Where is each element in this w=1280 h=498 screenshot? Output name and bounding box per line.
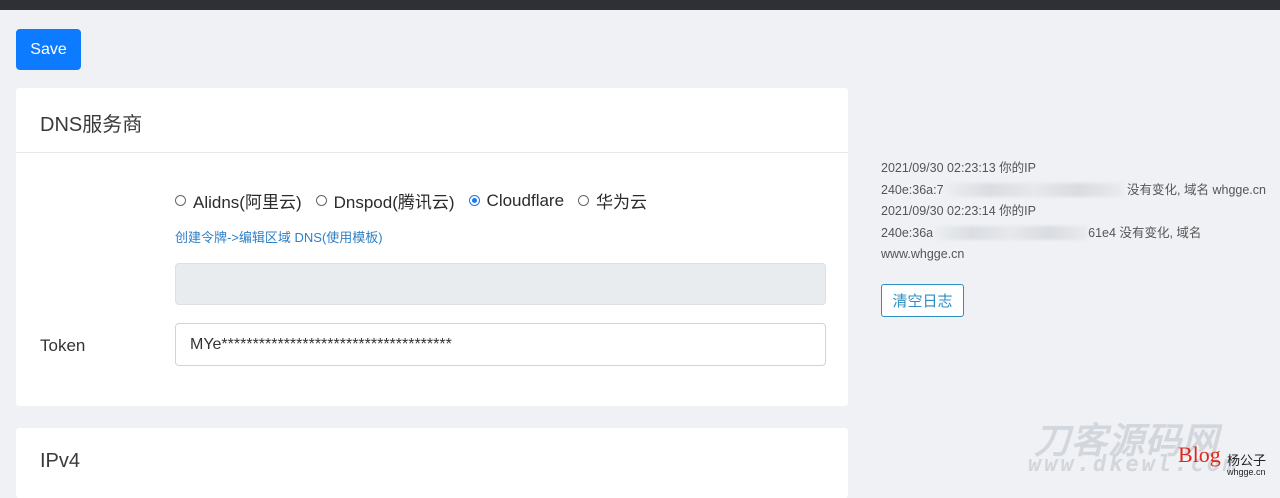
radio-cloudflare[interactable]: Cloudflare bbox=[468, 190, 565, 211]
token-input[interactable] bbox=[175, 323, 826, 366]
radio-button-checked-icon[interactable] bbox=[468, 195, 480, 206]
log-ip-prefix: 240e:36a bbox=[881, 225, 934, 240]
token-label: Token bbox=[40, 336, 86, 355]
save-button[interactable]: Save bbox=[16, 29, 81, 70]
log-panel: 2021/09/30 02:23:13 你的IP 240e:36a:7 没有变化… bbox=[881, 158, 1276, 266]
radio-alidns-label: Alidns(阿里云) bbox=[193, 193, 302, 212]
radio-button-icon[interactable] bbox=[578, 195, 590, 206]
log-message-line: 240e:36a 61e4 没有变化, 域名 bbox=[881, 223, 1276, 245]
log-domain-line: www.whgge.cn bbox=[881, 247, 965, 261]
dns-provider-card: DNS服务商 Alidns(阿里云) Dnspod(腾讯云) Cloudflar… bbox=[16, 88, 848, 406]
log-ip-prefix: 240e:36a:7 bbox=[881, 182, 944, 197]
log-ip-suffix: 61e4 bbox=[1088, 225, 1116, 240]
radio-dnspod-label: Dnspod(腾讯云) bbox=[333, 193, 455, 212]
log-message: 没有变化, 域名 bbox=[1119, 225, 1202, 240]
log-timestamp-line: 2021/09/30 02:23:14 你的IP bbox=[881, 204, 1036, 218]
log-message-line: 240e:36a:7 没有变化, 域名 whgge.cn bbox=[881, 180, 1276, 202]
radio-alidns[interactable]: Alidns(阿里云) bbox=[175, 188, 302, 213]
clear-log-button[interactable]: 清空日志 bbox=[881, 284, 964, 317]
redacted-ip-blur bbox=[944, 183, 1123, 198]
watermark-site: whgge.cn bbox=[1227, 467, 1266, 477]
radio-button-icon[interactable] bbox=[315, 195, 327, 206]
dns-card-title: DNS服务商 bbox=[16, 88, 848, 153]
radio-dnspod[interactable]: Dnspod(腾讯云) bbox=[315, 188, 455, 213]
redacted-ip-blur bbox=[934, 226, 1088, 241]
radio-huaweicloud[interactable]: 华为云 bbox=[578, 188, 647, 213]
log-timestamp-line: 2021/09/30 02:23:13 你的IP bbox=[881, 161, 1036, 175]
watermark-blog-text: Blog bbox=[1178, 442, 1221, 467]
radio-button-icon[interactable] bbox=[175, 195, 186, 206]
create-token-help-link[interactable]: 创建令牌->编辑区域 DNS(使用模板) bbox=[175, 227, 383, 246]
radio-cloudflare-label: Cloudflare bbox=[486, 190, 565, 210]
top-nav-bar bbox=[0, 0, 1280, 10]
dns-provider-radio-group: Alidns(阿里云) Dnspod(腾讯云) Cloudflare 华为云 bbox=[175, 188, 661, 213]
log-message: 没有变化, 域名 whgge.cn bbox=[1127, 182, 1266, 197]
ipv4-card-title: IPv4 bbox=[40, 450, 81, 472]
watermark: 刀客源码网 www.dkewl.com Blog 杨公子 whgge.cn bbox=[1028, 412, 1280, 482]
disabled-id-field bbox=[175, 263, 826, 305]
radio-huaweicloud-label: 华为云 bbox=[596, 193, 648, 212]
ipv4-card: IPv4 bbox=[16, 428, 848, 498]
